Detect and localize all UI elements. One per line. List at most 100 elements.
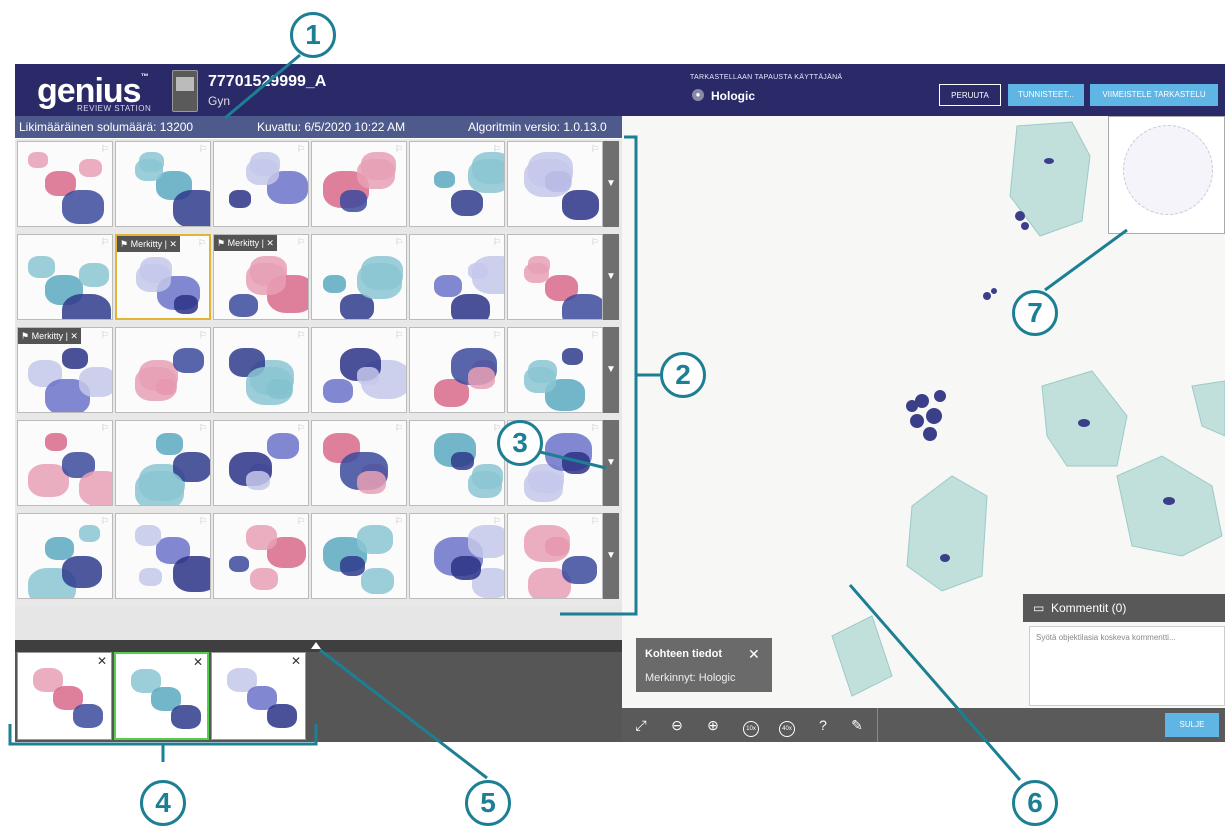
- logo-subtitle: REVIEW STATION: [77, 104, 152, 113]
- object-info-title: Kohteen tiedot: [645, 648, 722, 660]
- remove-icon[interactable]: ✕: [193, 655, 203, 669]
- callout-4: 4: [140, 780, 186, 826]
- gallery-tile[interactable]: ⚐ ⚑ Merkitty | ✕: [17, 327, 113, 413]
- flag-icon[interactable]: ⚐: [297, 237, 305, 248]
- flag-icon[interactable]: ⚐: [493, 237, 501, 248]
- cell-count: Likimääräinen solumäärä: 13200: [19, 120, 194, 134]
- case-id: 77701529999_A: [208, 73, 327, 90]
- tray-item[interactable]: ✕: [114, 652, 209, 740]
- flag-icon[interactable]: ⚐: [199, 144, 207, 155]
- help-icon[interactable]: ?: [808, 708, 838, 742]
- gallery-tile[interactable]: ⚐: [17, 141, 113, 227]
- gallery-tile[interactable]: ⚐: [115, 513, 211, 599]
- gallery-tile[interactable]: ⚐: [213, 141, 309, 227]
- flag-icon[interactable]: ⚐: [591, 330, 599, 341]
- gallery-tile[interactable]: ⚐: [409, 420, 505, 506]
- gallery-tile[interactable]: ⚐: [213, 513, 309, 599]
- zoom-out-icon[interactable]: ⊖: [662, 708, 692, 742]
- flag-icon[interactable]: ⚐: [101, 423, 109, 434]
- remove-icon[interactable]: ✕: [291, 654, 301, 668]
- gallery-tile[interactable]: ⚐: [311, 327, 407, 413]
- flag-icon[interactable]: ⚐: [395, 330, 403, 341]
- flag-icon[interactable]: ⚐: [101, 144, 109, 155]
- gallery-tile[interactable]: ⚐: [311, 513, 407, 599]
- gallery-tile[interactable]: ⚐: [409, 513, 505, 599]
- gallery-tile[interactable]: ⚐: [115, 141, 211, 227]
- tray-toggle-arrow-icon[interactable]: [311, 642, 321, 649]
- flag-icon[interactable]: ⚐: [591, 423, 599, 434]
- row-expand-arrow-icon[interactable]: ▼: [603, 513, 619, 599]
- flag-icon[interactable]: ⚐: [395, 237, 403, 248]
- gallery-tile[interactable]: ⚐: [17, 420, 113, 506]
- flag-icon[interactable]: ⚐: [395, 516, 403, 527]
- marked-tag[interactable]: ⚑ Merkitty | ✕: [18, 328, 81, 344]
- cancel-button[interactable]: PERUUTA: [939, 84, 1001, 106]
- row-expand-arrow-icon[interactable]: ▼: [603, 234, 619, 320]
- gallery-tile[interactable]: ⚐: [17, 234, 113, 320]
- gallery-tile[interactable]: ⚐: [409, 327, 505, 413]
- gallery-tile[interactable]: ⚐: [409, 234, 505, 320]
- flag-icon[interactable]: ⚐: [297, 144, 305, 155]
- gallery-tile[interactable]: ⚐: [213, 327, 309, 413]
- gallery-tile[interactable]: ⚐: [311, 420, 407, 506]
- gallery-tile[interactable]: ⚐: [213, 420, 309, 506]
- callout-7: 7: [1012, 290, 1058, 336]
- flag-icon[interactable]: ⚐: [101, 516, 109, 527]
- annotate-pen-icon[interactable]: ✎: [842, 708, 872, 742]
- marked-tag[interactable]: ⚑ Merkitty | ✕: [214, 235, 277, 251]
- slide-thumbnail-icon: [172, 70, 198, 112]
- user-icon: ●: [692, 89, 704, 101]
- flag-icon[interactable]: ⚐: [199, 423, 207, 434]
- case-type: Gyn: [208, 94, 231, 108]
- flag-icon[interactable]: ⚐: [101, 330, 109, 341]
- close-button[interactable]: SULJE: [1165, 713, 1219, 737]
- finish-review-button[interactable]: VIIMEISTELE TARKASTELU: [1090, 84, 1218, 106]
- tray-item[interactable]: ✕: [211, 652, 306, 740]
- gallery-tile[interactable]: ⚐: [507, 327, 603, 413]
- flag-icon[interactable]: ⚐: [493, 516, 501, 527]
- identifiers-button[interactable]: TUNNISTEET...: [1008, 84, 1084, 106]
- flag-icon[interactable]: ⚐: [395, 423, 403, 434]
- flag-icon[interactable]: ⚐: [395, 144, 403, 155]
- flag-icon[interactable]: ⚐: [493, 144, 501, 155]
- zoom-40x-icon[interactable]: 40x: [772, 708, 802, 742]
- close-icon[interactable]: ✕: [748, 646, 760, 663]
- gallery-tile[interactable]: ⚐: [507, 141, 603, 227]
- flag-icon[interactable]: ⚐: [591, 144, 599, 155]
- fullscreen-icon[interactable]: ⤢: [626, 708, 656, 742]
- gallery-tile[interactable]: ⚐: [507, 234, 603, 320]
- zoom-10x-icon[interactable]: 10x: [736, 708, 766, 742]
- tray-item[interactable]: ✕: [17, 652, 112, 740]
- gallery-footer: [15, 606, 622, 640]
- comment-input[interactable]: Syötä objektilasia koskeva kommentti...: [1029, 626, 1225, 706]
- flag-icon[interactable]: ⚐: [297, 423, 305, 434]
- row-expand-arrow-icon[interactable]: ▼: [603, 141, 619, 227]
- flag-icon[interactable]: ⚐: [297, 330, 305, 341]
- gallery-tile[interactable]: ⚐: [409, 141, 505, 227]
- gallery-row: ⚐ ⚐ ⚐ ⚐ ⚐ ⚐ ▼: [15, 511, 622, 601]
- flag-icon[interactable]: ⚐: [199, 330, 207, 341]
- flag-icon[interactable]: ⚐: [198, 238, 206, 249]
- gallery-tile[interactable]: ⚐: [311, 141, 407, 227]
- gallery-tile[interactable]: ⚐: [507, 513, 603, 599]
- row-expand-arrow-icon[interactable]: ▼: [603, 420, 619, 506]
- row-expand-arrow-icon[interactable]: ▼: [603, 327, 619, 413]
- gallery-tile[interactable]: ⚐ ⚑ Merkitty | ✕: [115, 234, 211, 320]
- slide-minimap[interactable]: [1108, 116, 1225, 234]
- flag-icon[interactable]: ⚐: [199, 516, 207, 527]
- flag-icon[interactable]: ⚐: [591, 237, 599, 248]
- reviewer-name: Hologic: [711, 89, 755, 103]
- gallery-tile[interactable]: ⚐: [311, 234, 407, 320]
- gallery-tile[interactable]: ⚐: [17, 513, 113, 599]
- gallery-tile[interactable]: ⚐ ⚑ Merkitty | ✕: [213, 234, 309, 320]
- flag-icon[interactable]: ⚐: [101, 237, 109, 248]
- zoom-in-icon[interactable]: ⊕: [698, 708, 728, 742]
- gallery-tile[interactable]: ⚐: [115, 420, 211, 506]
- marked-tag[interactable]: ⚑ Merkitty | ✕: [117, 236, 180, 252]
- flag-icon[interactable]: ⚐: [493, 330, 501, 341]
- flag-icon[interactable]: ⚐: [591, 516, 599, 527]
- gallery-tile[interactable]: ⚐: [115, 327, 211, 413]
- flag-icon[interactable]: ⚐: [297, 516, 305, 527]
- remove-icon[interactable]: ✕: [97, 654, 107, 668]
- object-gallery: ⚐ ⚐ ⚐ ⚐ ⚐ ⚐ ▼ ⚐ ⚐ ⚑ Merkitty | ✕ ⚐ ⚑ Merkitty | ✕ ⚐ ⚐…: [15, 139, 622, 606]
